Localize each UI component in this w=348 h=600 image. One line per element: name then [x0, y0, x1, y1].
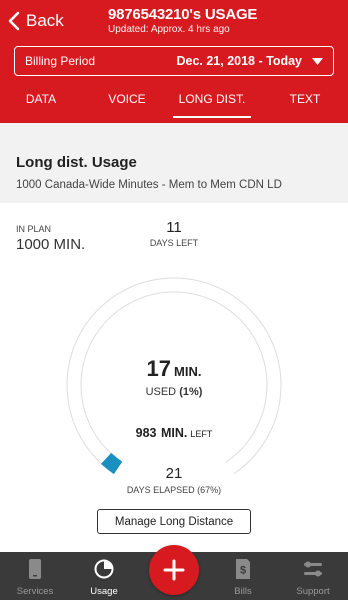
used-label-line: USED (1%)	[94, 386, 254, 398]
billing-period-label: Billing Period	[25, 54, 96, 68]
in-plan-value: 1000 MIN.	[16, 236, 86, 253]
used-minutes-unit: MIN.	[174, 364, 202, 379]
usage-title: Long dist. Usage	[16, 154, 137, 171]
plus-icon	[163, 559, 185, 581]
header-title-block: 9876543210's USAGE Updated: Approx. 4 hr…	[108, 6, 257, 35]
tab-text[interactable]: TEXT	[279, 92, 331, 118]
minutes-left-label: LEFT	[190, 429, 213, 439]
back-button[interactable]: Back	[8, 10, 64, 32]
billing-period-select[interactable]: Billing Period Dec. 21, 2018 - Today	[14, 46, 334, 76]
usage-gauge	[66, 277, 282, 475]
tab-data[interactable]: DATA	[12, 92, 70, 118]
days-left-value: 11	[166, 219, 182, 236]
svg-text:$: $	[240, 565, 246, 577]
nav-bills-label: Bills	[234, 586, 252, 597]
usage-tabs: DATA VOICE LONG DIST. TEXT	[0, 92, 348, 118]
add-button[interactable]	[149, 545, 199, 595]
days-left-label: DAYS LEFT	[149, 238, 199, 248]
minutes-left-value: 983	[135, 426, 157, 440]
dropdown-arrow-icon	[312, 57, 323, 65]
minutes-left-line: 983 MIN. LEFT	[94, 424, 254, 442]
app-header: Back 9876543210's USAGE Updated: Approx.…	[0, 0, 348, 123]
days-elapsed-value: 21	[165, 465, 183, 482]
nav-services[interactable]: Services	[0, 552, 70, 600]
used-label: USED	[145, 386, 177, 398]
gauge-fill	[101, 452, 123, 475]
chevron-left-icon	[8, 11, 20, 31]
nav-usage[interactable]: Usage	[69, 552, 139, 600]
billing-period-value: Dec. 21, 2018 - Today	[176, 54, 302, 68]
used-value-line: 17 MIN.	[94, 356, 254, 382]
wrench-icon	[304, 561, 322, 577]
nav-support[interactable]: Support	[278, 552, 348, 600]
used-percent: (1%)	[179, 386, 203, 398]
pie-chart-icon	[94, 559, 114, 579]
phone-icon	[29, 559, 41, 579]
tab-long-distance[interactable]: LONG DIST.	[173, 92, 251, 118]
minutes-left-unit-bold: MIN.	[160, 426, 188, 440]
used-minutes-value: 17	[146, 356, 172, 381]
manage-long-distance-button[interactable]: Manage Long Distance	[97, 509, 251, 534]
usage-header-section: Long dist. Usage 1000 Canada-Wide Minute…	[0, 123, 348, 203]
last-updated-text: Updated: Approx. 4 hrs ago	[108, 24, 230, 35]
tab-voice[interactable]: VOICE	[98, 92, 156, 118]
plan-description: 1000 Canada-Wide Minutes - Mem to Mem CD…	[16, 179, 282, 191]
days-elapsed-label: DAYS ELAPSED (67%)	[126, 485, 222, 495]
back-label: Back	[26, 11, 64, 30]
nav-bills[interactable]: $ Bills	[208, 552, 278, 600]
page-title: 9876543210's USAGE	[108, 6, 258, 23]
in-plan-label: IN PLAN	[16, 224, 52, 234]
nav-services-label: Services	[16, 586, 54, 597]
nav-support-label: Support	[296, 586, 330, 597]
nav-usage-label: Usage	[90, 586, 118, 597]
dollar-document-icon: $	[236, 559, 250, 579]
